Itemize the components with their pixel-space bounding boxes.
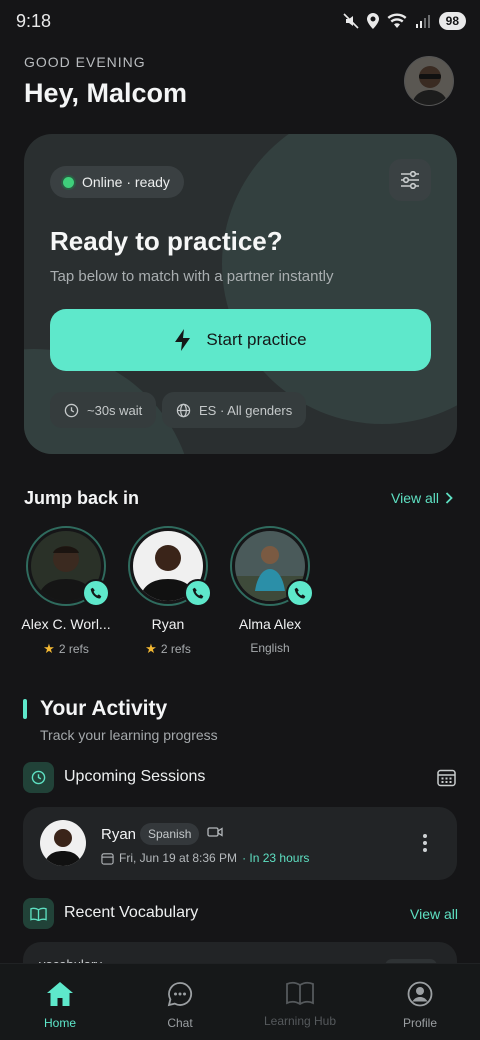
mute-icon [343, 13, 359, 29]
user-avatar[interactable] [404, 56, 454, 106]
jump-back-view-all[interactable]: View all [391, 490, 453, 506]
session-language-badge: Spanish [140, 823, 200, 845]
status-icons: 98 [343, 12, 466, 30]
session-partner-photo [40, 820, 86, 866]
partner-card[interactable]: Alex C. Worl... ★ 2 refs [14, 526, 118, 657]
online-status-text: Online · ready [82, 174, 170, 190]
home-icon [47, 982, 73, 1006]
phone-icon [90, 587, 101, 599]
nav-home[interactable]: Home [0, 964, 120, 1040]
session-partner-name: Ryan [101, 826, 137, 843]
session-time: Fri, Jun 19 at 8:36 PM · In 23 hours [101, 851, 309, 865]
recent-vocabulary-title: Recent Vocabulary [64, 904, 199, 921]
online-dot-icon [63, 176, 74, 188]
activity-accent-bar [23, 699, 27, 719]
start-practice-label: Start practice [206, 330, 307, 349]
partner-refs: 2 refs [58, 642, 89, 656]
bottom-navigation: Home Chat Learning Hub Profile [0, 963, 480, 1040]
match-preference-chip[interactable]: ES · All genders [162, 392, 307, 428]
calendar-icon [101, 852, 114, 865]
partner-meta: ★ 2 refs [116, 641, 220, 657]
activity-subtitle: Track your learning progress [40, 727, 218, 743]
status-bar: 9:18 98 [0, 0, 480, 44]
partner-language: English [250, 641, 290, 655]
partner-meta: English [218, 641, 322, 655]
profile-icon [407, 981, 433, 1007]
partner-avatar [230, 526, 314, 607]
practice-card: Online · ready Ready to practice? Tap be… [24, 134, 457, 454]
chat-bubble-icon [167, 982, 192, 1007]
partner-refs: 2 refs [160, 642, 191, 656]
nav-profile[interactable]: Profile [360, 964, 480, 1040]
match-filters-button[interactable] [389, 159, 431, 201]
location-icon [366, 13, 379, 29]
avatar-photo [405, 57, 453, 105]
nav-chat[interactable]: Chat [120, 964, 240, 1040]
phone-icon [294, 587, 305, 599]
call-partner-button[interactable] [82, 579, 110, 607]
partner-card[interactable]: Ryan ★ 2 refs [116, 526, 220, 657]
session-partner-avatar [40, 820, 86, 866]
vocab-icon-badge [23, 898, 54, 929]
session-relative-time: · In 23 hours [242, 851, 310, 865]
call-partner-button[interactable] [184, 579, 212, 607]
wait-time-chip: ~30s wait [50, 392, 157, 428]
nav-learning-hub[interactable]: Learning Hub [240, 964, 360, 1040]
activity-title: Your Activity [40, 697, 168, 720]
partner-name: Alma Alex [238, 616, 302, 632]
nav-profile-label: Profile [402, 1016, 437, 1030]
partner-name: Alex C. Worl... [21, 616, 111, 632]
view-all-label: View all [410, 906, 458, 922]
nav-learning-hub-label: Learning Hub [263, 1014, 337, 1028]
more-options-icon[interactable] [423, 834, 427, 852]
video-call-icon [207, 827, 223, 837]
greeting-label: GOOD EVENING [24, 54, 146, 70]
upcoming-session-card[interactable]: Ryan Spanish Fri, Jun 19 at 8:36 PM · In… [23, 807, 457, 880]
partner-avatar [128, 526, 212, 607]
calendar-icon[interactable] [437, 768, 456, 787]
upcoming-sessions-title: Upcoming Sessions [64, 768, 206, 785]
partner-card[interactable]: Alma Alex English [218, 526, 322, 655]
open-book-icon [286, 981, 314, 1005]
view-all-label: View all [391, 490, 439, 506]
status-time: 9:18 [16, 11, 52, 31]
hero-subtitle: Tap below to match with a partner instan… [50, 268, 334, 285]
greeting-name: Hey, Malcom [24, 78, 188, 108]
call-partner-button[interactable] [286, 579, 314, 607]
match-preference-text: ES · All genders [199, 402, 293, 418]
book-icon [30, 907, 47, 921]
jump-back-title: Jump back in [24, 488, 140, 508]
signal-icon [415, 15, 430, 28]
online-status-pill: Online · ready [50, 166, 184, 198]
upcoming-icon-badge [23, 762, 54, 793]
partner-name: Ryan [151, 616, 185, 632]
star-icon: ★ [43, 641, 55, 656]
partner-meta: ★ 2 refs [14, 641, 118, 657]
nav-chat-label: Chat [167, 1016, 193, 1030]
vocab-view-all[interactable]: View all [410, 906, 458, 922]
session-date: Fri, Jun 19 at 8:36 PM [119, 851, 238, 865]
chevron-right-icon [445, 492, 453, 504]
hero-title: Ready to practice? [50, 226, 283, 256]
lightning-icon [175, 329, 191, 351]
sliders-icon [401, 171, 419, 189]
globe-icon [176, 403, 191, 417]
start-practice-button[interactable]: Start practice [50, 309, 431, 371]
wifi-icon [387, 13, 407, 28]
clock-icon [64, 403, 79, 417]
star-icon: ★ [145, 641, 157, 656]
clock-icon [31, 770, 46, 785]
wait-time-text: ~30s wait [87, 402, 143, 418]
phone-icon [192, 587, 203, 599]
battery-indicator: 98 [438, 12, 466, 30]
partner-avatar [26, 526, 110, 607]
nav-home-label: Home [43, 1016, 76, 1030]
